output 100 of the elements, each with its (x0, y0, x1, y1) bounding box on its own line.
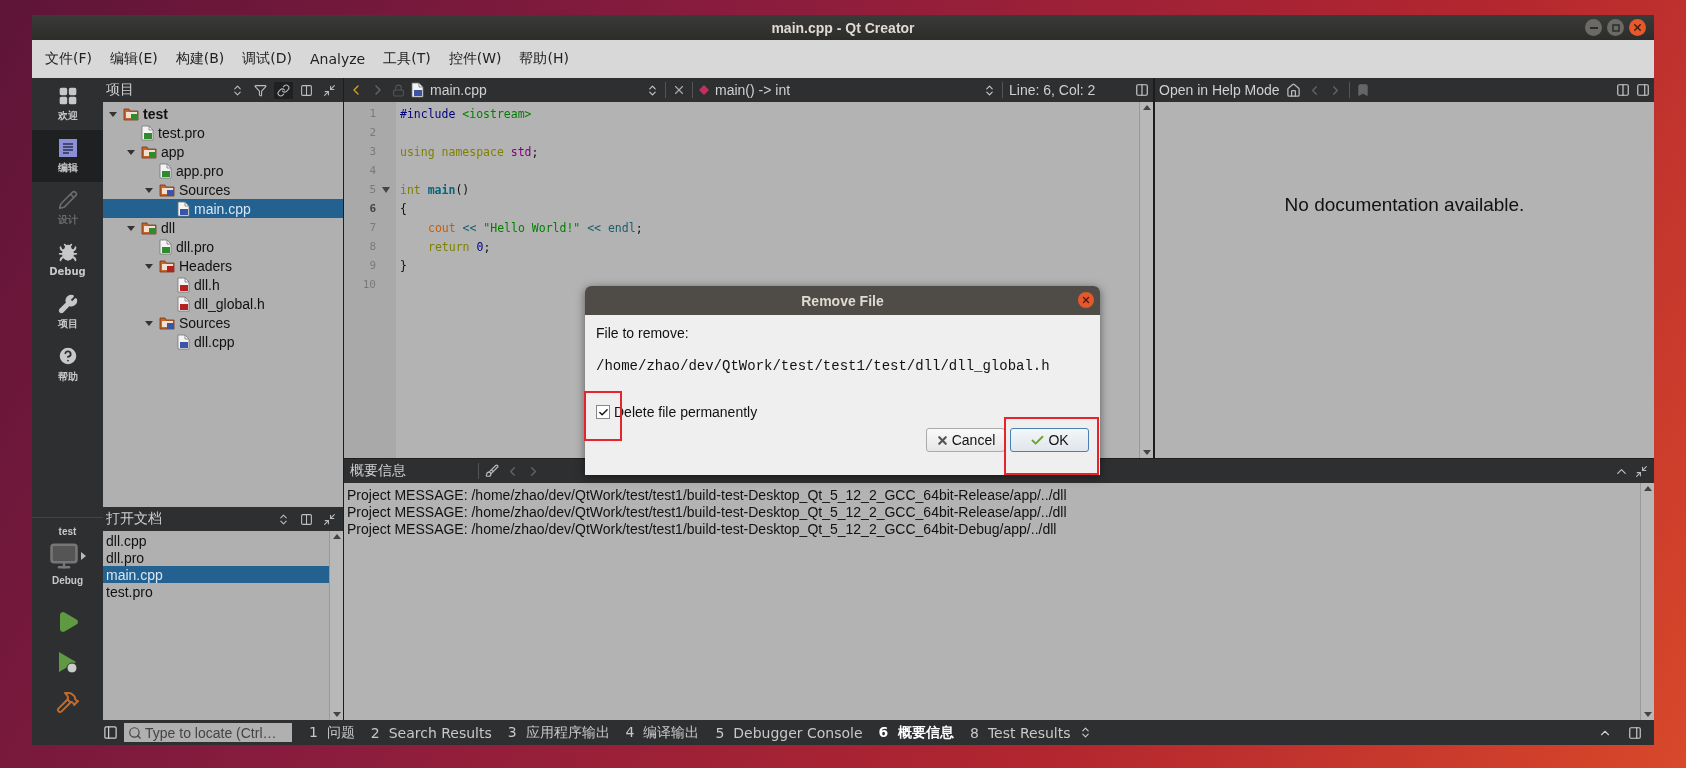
minimize-button[interactable] (1585, 19, 1602, 36)
home-icon[interactable] (1285, 82, 1301, 98)
tree-item[interactable]: dll.pro (103, 237, 343, 256)
fold-arrow-icon[interactable] (382, 186, 390, 193)
output-tab[interactable]: 5 Debugger Console (708, 724, 870, 741)
panel-title[interactable]: 项目 (106, 81, 134, 99)
menu-item[interactable]: 文件(F) (36, 50, 101, 68)
folder-icon (123, 106, 139, 121)
output-tab[interactable]: 4 编译输出 (618, 723, 707, 742)
output-tab[interactable]: 1 问题 (302, 723, 362, 742)
close-button[interactable] (1078, 292, 1094, 308)
checkbox[interactable] (596, 405, 610, 419)
ok-button[interactable]: OK (1010, 428, 1089, 452)
tree-item[interactable]: Sources (103, 313, 343, 332)
sidebar-toggle-icon[interactable] (103, 725, 118, 740)
tree-item[interactable]: test.pro (103, 123, 343, 142)
tree-item[interactable]: dll.cpp (103, 332, 343, 351)
menu-item[interactable]: 编辑(E) (101, 50, 167, 68)
menu-item[interactable]: 调试(D) (233, 50, 301, 68)
tree-item[interactable]: app.pro (103, 161, 343, 180)
file-name[interactable]: main.cpp (430, 82, 640, 98)
split-icon[interactable] (1135, 83, 1149, 97)
expand-arrow-icon[interactable] (145, 261, 153, 270)
kit-selector[interactable] (49, 541, 86, 571)
close-icon (1081, 295, 1091, 305)
grid-icon (57, 85, 78, 106)
menu-item[interactable]: Analyze (301, 51, 375, 67)
panel-title[interactable]: 打开文档 (106, 510, 162, 528)
file-icon (177, 295, 190, 312)
menu-item[interactable]: 构建(B) (166, 50, 234, 68)
menu-item[interactable]: 工具(T) (374, 50, 440, 68)
link-icon[interactable] (274, 81, 293, 99)
bug-icon (57, 243, 78, 263)
window-title: main.cpp - Qt Creator (771, 19, 915, 36)
mode-button[interactable]: 欢迎 (32, 78, 103, 130)
output-tab[interactable]: 8 Test Results (963, 724, 1078, 741)
clear-icon[interactable] (485, 464, 499, 478)
menu-item[interactable]: 控件(W) (439, 50, 511, 68)
diamond-icon (699, 85, 709, 95)
expand-arrow-icon[interactable] (127, 223, 135, 232)
file-icon (159, 162, 172, 179)
close-button[interactable] (1629, 19, 1646, 36)
maximize-button[interactable] (1607, 19, 1624, 36)
expand-arrow-icon[interactable] (145, 185, 153, 194)
scrollbar[interactable] (329, 531, 343, 720)
expand-arrow-icon[interactable] (145, 318, 153, 327)
scroll-down-icon[interactable] (1142, 450, 1151, 455)
sort-icon[interactable] (983, 83, 996, 97)
square-icon (1611, 23, 1620, 32)
code-line: #include <iostream> (400, 106, 532, 121)
scrollbar[interactable] (1139, 102, 1153, 458)
scrollbar[interactable] (1640, 483, 1654, 720)
document-item[interactable]: dll.pro (103, 549, 329, 566)
locate-field[interactable]: Type to locate (Ctrl… (124, 723, 292, 742)
minimize-icon[interactable] (1635, 464, 1648, 478)
mode-button[interactable]: 项目 (32, 286, 103, 338)
scroll-up-icon[interactable] (1643, 486, 1652, 491)
expand-arrow-icon[interactable] (109, 109, 117, 118)
tree-item[interactable]: Sources (103, 180, 343, 199)
scroll-down-icon[interactable] (332, 712, 341, 717)
expand-arrow-icon[interactable] (127, 147, 135, 156)
output-line: Project MESSAGE: /home/zhao/dev/QtWork/test/test1/build-test-Desktop_Qt_5_12_2_GCC_64bit-Release/app/../dll (347, 487, 1068, 504)
tree-item[interactable]: app (103, 142, 343, 161)
tree-item[interactable]: dll.h (103, 275, 343, 294)
output-tab[interactable]: 6 概要信息 (871, 723, 962, 742)
file-icon (159, 238, 172, 255)
output-tab[interactable]: 2 Search Results (363, 724, 499, 741)
pencil-icon (57, 189, 78, 210)
file-icon (177, 200, 190, 217)
split-icon[interactable] (1616, 83, 1630, 97)
mode-button[interactable]: Debug (32, 234, 103, 286)
menu-item[interactable]: 帮助(H) (510, 50, 578, 68)
cancel-button[interactable]: Cancel (926, 428, 1005, 452)
tree-item[interactable]: Headers (103, 256, 343, 275)
scroll-up-icon[interactable] (1142, 105, 1151, 110)
help-message: No documentation available. (1284, 194, 1525, 217)
output-line: Project MESSAGE: /home/zhao/dev/QtWork/test/test1/build-test-Desktop_Qt_5_12_2_GCC_64bit-Debug/app/../dll (347, 521, 1058, 538)
code-line: } (400, 258, 407, 273)
sidebar-icon[interactable] (1628, 725, 1642, 740)
cursor-position: Line: 6, Col: 2 (1009, 82, 1097, 98)
symbol-name[interactable]: main() -> int (715, 82, 977, 98)
mode-button[interactable]: 帮助 (32, 338, 103, 390)
folder-icon (159, 182, 175, 197)
sort-icon[interactable] (646, 83, 659, 97)
output-tab[interactable]: 3 应用程序输出 (500, 723, 617, 742)
tree-item[interactable]: test (103, 104, 343, 123)
tree-item[interactable]: main.cpp (103, 199, 343, 218)
tree-item[interactable]: dll_global.h (103, 294, 343, 313)
sidebar-icon[interactable] (1636, 83, 1650, 97)
scroll-down-icon[interactable] (1643, 712, 1652, 717)
document-item[interactable]: dll.cpp (103, 532, 329, 549)
mode-button[interactable]: 编辑 (32, 130, 103, 182)
help-mode-link[interactable]: Open in Help Mode (1159, 82, 1280, 98)
close-icon[interactable] (672, 83, 686, 97)
document-item[interactable]: main.cpp (103, 566, 329, 583)
document-item[interactable]: test.pro (103, 583, 329, 600)
tree-item[interactable]: dll (103, 218, 343, 237)
scroll-up-icon[interactable] (332, 534, 341, 539)
help-icon (56, 344, 79, 367)
file-path: /home/zhao/dev/QtWork/test/test1/test/dll/dll_global.h (596, 358, 1051, 374)
